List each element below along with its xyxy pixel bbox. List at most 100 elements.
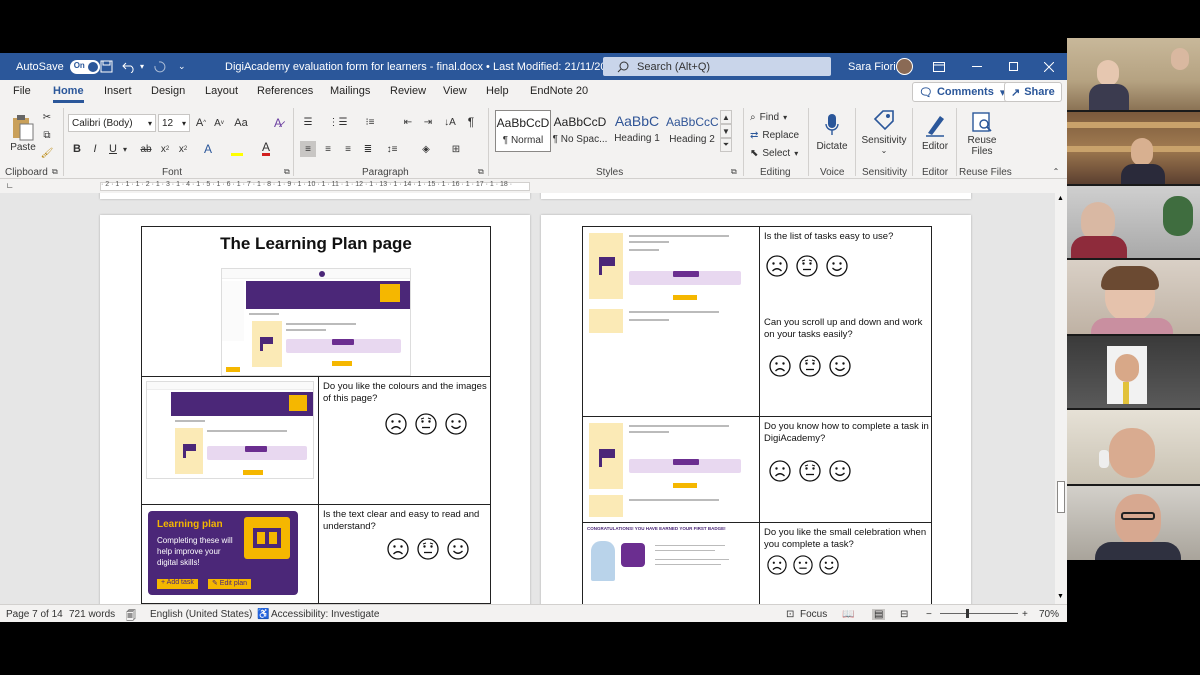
tab-design[interactable]: Design bbox=[151, 85, 185, 97]
neutral-face-icon[interactable] bbox=[417, 538, 439, 560]
multilevel-list-icon[interactable]: ⁝≡ bbox=[362, 114, 378, 130]
find-button[interactable]: ⌕ Find ▾ bbox=[750, 109, 787, 125]
neutral-face-icon[interactable] bbox=[793, 555, 813, 575]
document-title[interactable]: DigiAcademy evaluation form for learners… bbox=[225, 53, 631, 80]
styles-scroll-up-icon[interactable]: ▲ bbox=[720, 110, 732, 124]
format-painter-icon[interactable]: 🖌 bbox=[40, 146, 54, 160]
tab-selector-icon[interactable]: ∟ bbox=[6, 181, 16, 191]
dialog-launcher-icon[interactable]: ⧉ bbox=[731, 167, 737, 177]
tab-view[interactable]: View bbox=[443, 85, 467, 97]
borders-icon[interactable]: ⊞ bbox=[448, 141, 464, 157]
dialog-launcher-icon[interactable]: ⧉ bbox=[52, 167, 58, 177]
replace-button[interactable]: ⇄ Replace bbox=[750, 127, 799, 143]
comments-button[interactable]: 🗨 Comments ▾ bbox=[912, 82, 1013, 102]
dictate-button[interactable]: Dictate bbox=[813, 108, 851, 156]
accessibility-status[interactable]: Accessibility: Investigate bbox=[271, 609, 379, 620]
clear-formatting-icon[interactable]: A̷ bbox=[270, 114, 286, 132]
happy-face-icon[interactable] bbox=[829, 355, 851, 377]
styles-more-icon[interactable]: ⏷ bbox=[720, 138, 732, 152]
avatar[interactable] bbox=[896, 53, 913, 80]
increase-indent-icon[interactable]: ⇥ bbox=[420, 114, 436, 130]
zoom-slider[interactable] bbox=[940, 609, 1018, 618]
reuse-files-button[interactable]: Reuse Files bbox=[960, 108, 1004, 160]
chevron-down-icon[interactable]: ▾ bbox=[120, 141, 130, 157]
participant-video-3[interactable] bbox=[1067, 186, 1200, 258]
cut-icon[interactable]: ✂ bbox=[40, 110, 54, 124]
tab-file[interactable]: File bbox=[13, 85, 31, 97]
style-no-spacing[interactable]: AaBbCcD ¶ No Spac... bbox=[552, 110, 608, 152]
happy-face-icon[interactable] bbox=[445, 413, 467, 435]
font-size-select[interactable]: 12 ▾ bbox=[158, 114, 190, 132]
minimize-icon[interactable] bbox=[960, 53, 994, 80]
participant-video-6[interactable] bbox=[1067, 410, 1200, 484]
restore-icon[interactable] bbox=[996, 53, 1030, 80]
style-normal[interactable]: AaBbCcD ¶ Normal bbox=[495, 110, 551, 152]
vertical-scrollbar[interactable]: ▲ ▼ bbox=[1055, 193, 1067, 604]
save-icon[interactable] bbox=[100, 53, 113, 80]
subscript-icon[interactable]: x2 bbox=[158, 141, 172, 157]
close-icon[interactable] bbox=[1032, 53, 1066, 80]
style-heading-2[interactable]: AaBbCcC Heading 2 bbox=[666, 110, 718, 152]
show-formatting-icon[interactable]: ¶ bbox=[464, 114, 478, 130]
decrease-indent-icon[interactable]: ⇤ bbox=[400, 114, 416, 130]
happy-face-icon[interactable] bbox=[829, 460, 851, 482]
superscript-icon[interactable]: x2 bbox=[176, 141, 190, 157]
undo-dropdown-icon[interactable]: ▾ bbox=[140, 53, 144, 80]
underline-icon[interactable]: U bbox=[106, 141, 120, 157]
scrollbar-thumb[interactable] bbox=[1057, 481, 1065, 513]
document-canvas[interactable]: The Learning Plan page Do you like the c… bbox=[0, 193, 1055, 604]
neutral-face-icon[interactable] bbox=[799, 355, 821, 377]
sort-icon[interactable]: ↓A bbox=[442, 114, 458, 130]
sad-face-icon[interactable] bbox=[387, 538, 409, 560]
neutral-face-icon[interactable] bbox=[796, 255, 818, 277]
page-count[interactable]: Page 7 of 14 bbox=[6, 609, 63, 620]
tab-home[interactable]: Home bbox=[53, 85, 84, 103]
styles-scroll-down-icon[interactable]: ▼ bbox=[720, 124, 732, 138]
tab-mailings[interactable]: Mailings bbox=[330, 85, 370, 97]
tab-layout[interactable]: Layout bbox=[205, 85, 238, 97]
text-effects-icon[interactable]: A bbox=[200, 141, 216, 157]
zoom-slider-thumb[interactable] bbox=[966, 609, 969, 618]
share-button[interactable]: ↗ Share bbox=[1004, 82, 1062, 102]
align-left-icon[interactable]: ≡ bbox=[300, 141, 316, 157]
search-box[interactable]: Search (Alt+Q) bbox=[603, 57, 831, 76]
font-name-select[interactable]: Calibri (Body) ▾ bbox=[68, 114, 156, 132]
editor-button[interactable]: Editor bbox=[916, 108, 954, 156]
happy-face-icon[interactable] bbox=[447, 538, 469, 560]
align-center-icon[interactable]: ≡ bbox=[320, 141, 336, 157]
redo-icon[interactable] bbox=[152, 53, 166, 80]
participant-video-1[interactable] bbox=[1067, 38, 1200, 110]
style-heading-1[interactable]: AaBbC Heading 1 bbox=[609, 110, 665, 152]
sad-face-icon[interactable] bbox=[769, 355, 791, 377]
scroll-down-icon[interactable]: ▼ bbox=[1057, 593, 1064, 600]
font-color-icon[interactable]: A bbox=[258, 141, 274, 157]
highlight-icon[interactable] bbox=[229, 141, 245, 157]
participant-video-4[interactable] bbox=[1067, 260, 1200, 334]
line-spacing-icon[interactable]: ↕≡ bbox=[384, 141, 400, 157]
ribbon-display-options-icon[interactable] bbox=[933, 53, 945, 80]
italic-icon[interactable]: I bbox=[88, 141, 102, 157]
customize-toolbar-icon[interactable]: ⌄ bbox=[178, 53, 186, 80]
grow-font-icon[interactable]: A ^ bbox=[194, 114, 208, 132]
zoom-out-icon[interactable]: − bbox=[926, 609, 932, 620]
bold-icon[interactable]: B bbox=[70, 141, 84, 157]
bullets-icon[interactable]: ☰ bbox=[300, 114, 316, 130]
justify-icon[interactable]: ≣ bbox=[360, 141, 376, 157]
change-case-icon[interactable]: Aa bbox=[234, 114, 248, 132]
sad-face-icon[interactable] bbox=[769, 460, 791, 482]
print-layout-icon[interactable]: ▤ bbox=[872, 609, 886, 620]
participant-video-2[interactable] bbox=[1067, 112, 1200, 184]
sad-face-icon[interactable] bbox=[385, 413, 407, 435]
copy-icon[interactable]: ⧉ bbox=[40, 128, 54, 142]
zoom-level[interactable]: 70% bbox=[1039, 609, 1059, 620]
dialog-launcher-icon[interactable]: ⧉ bbox=[478, 167, 484, 177]
scroll-up-icon[interactable]: ▲ bbox=[1057, 195, 1064, 202]
dialog-launcher-icon[interactable]: ⧉ bbox=[284, 167, 290, 177]
participant-video-7[interactable] bbox=[1067, 486, 1200, 560]
shrink-font-icon[interactable]: Av bbox=[212, 114, 226, 132]
horizontal-ruler[interactable]: ∟ · 2 · 1 · 1 · 1 · 2 · 1 · 3 · 1 · 4 · … bbox=[0, 179, 1067, 193]
web-layout-icon[interactable]: ⊟ bbox=[900, 609, 908, 620]
paste-button[interactable]: Paste bbox=[8, 108, 38, 158]
sad-face-icon[interactable] bbox=[766, 255, 788, 277]
user-name[interactable]: Sara Fiori bbox=[848, 53, 896, 80]
